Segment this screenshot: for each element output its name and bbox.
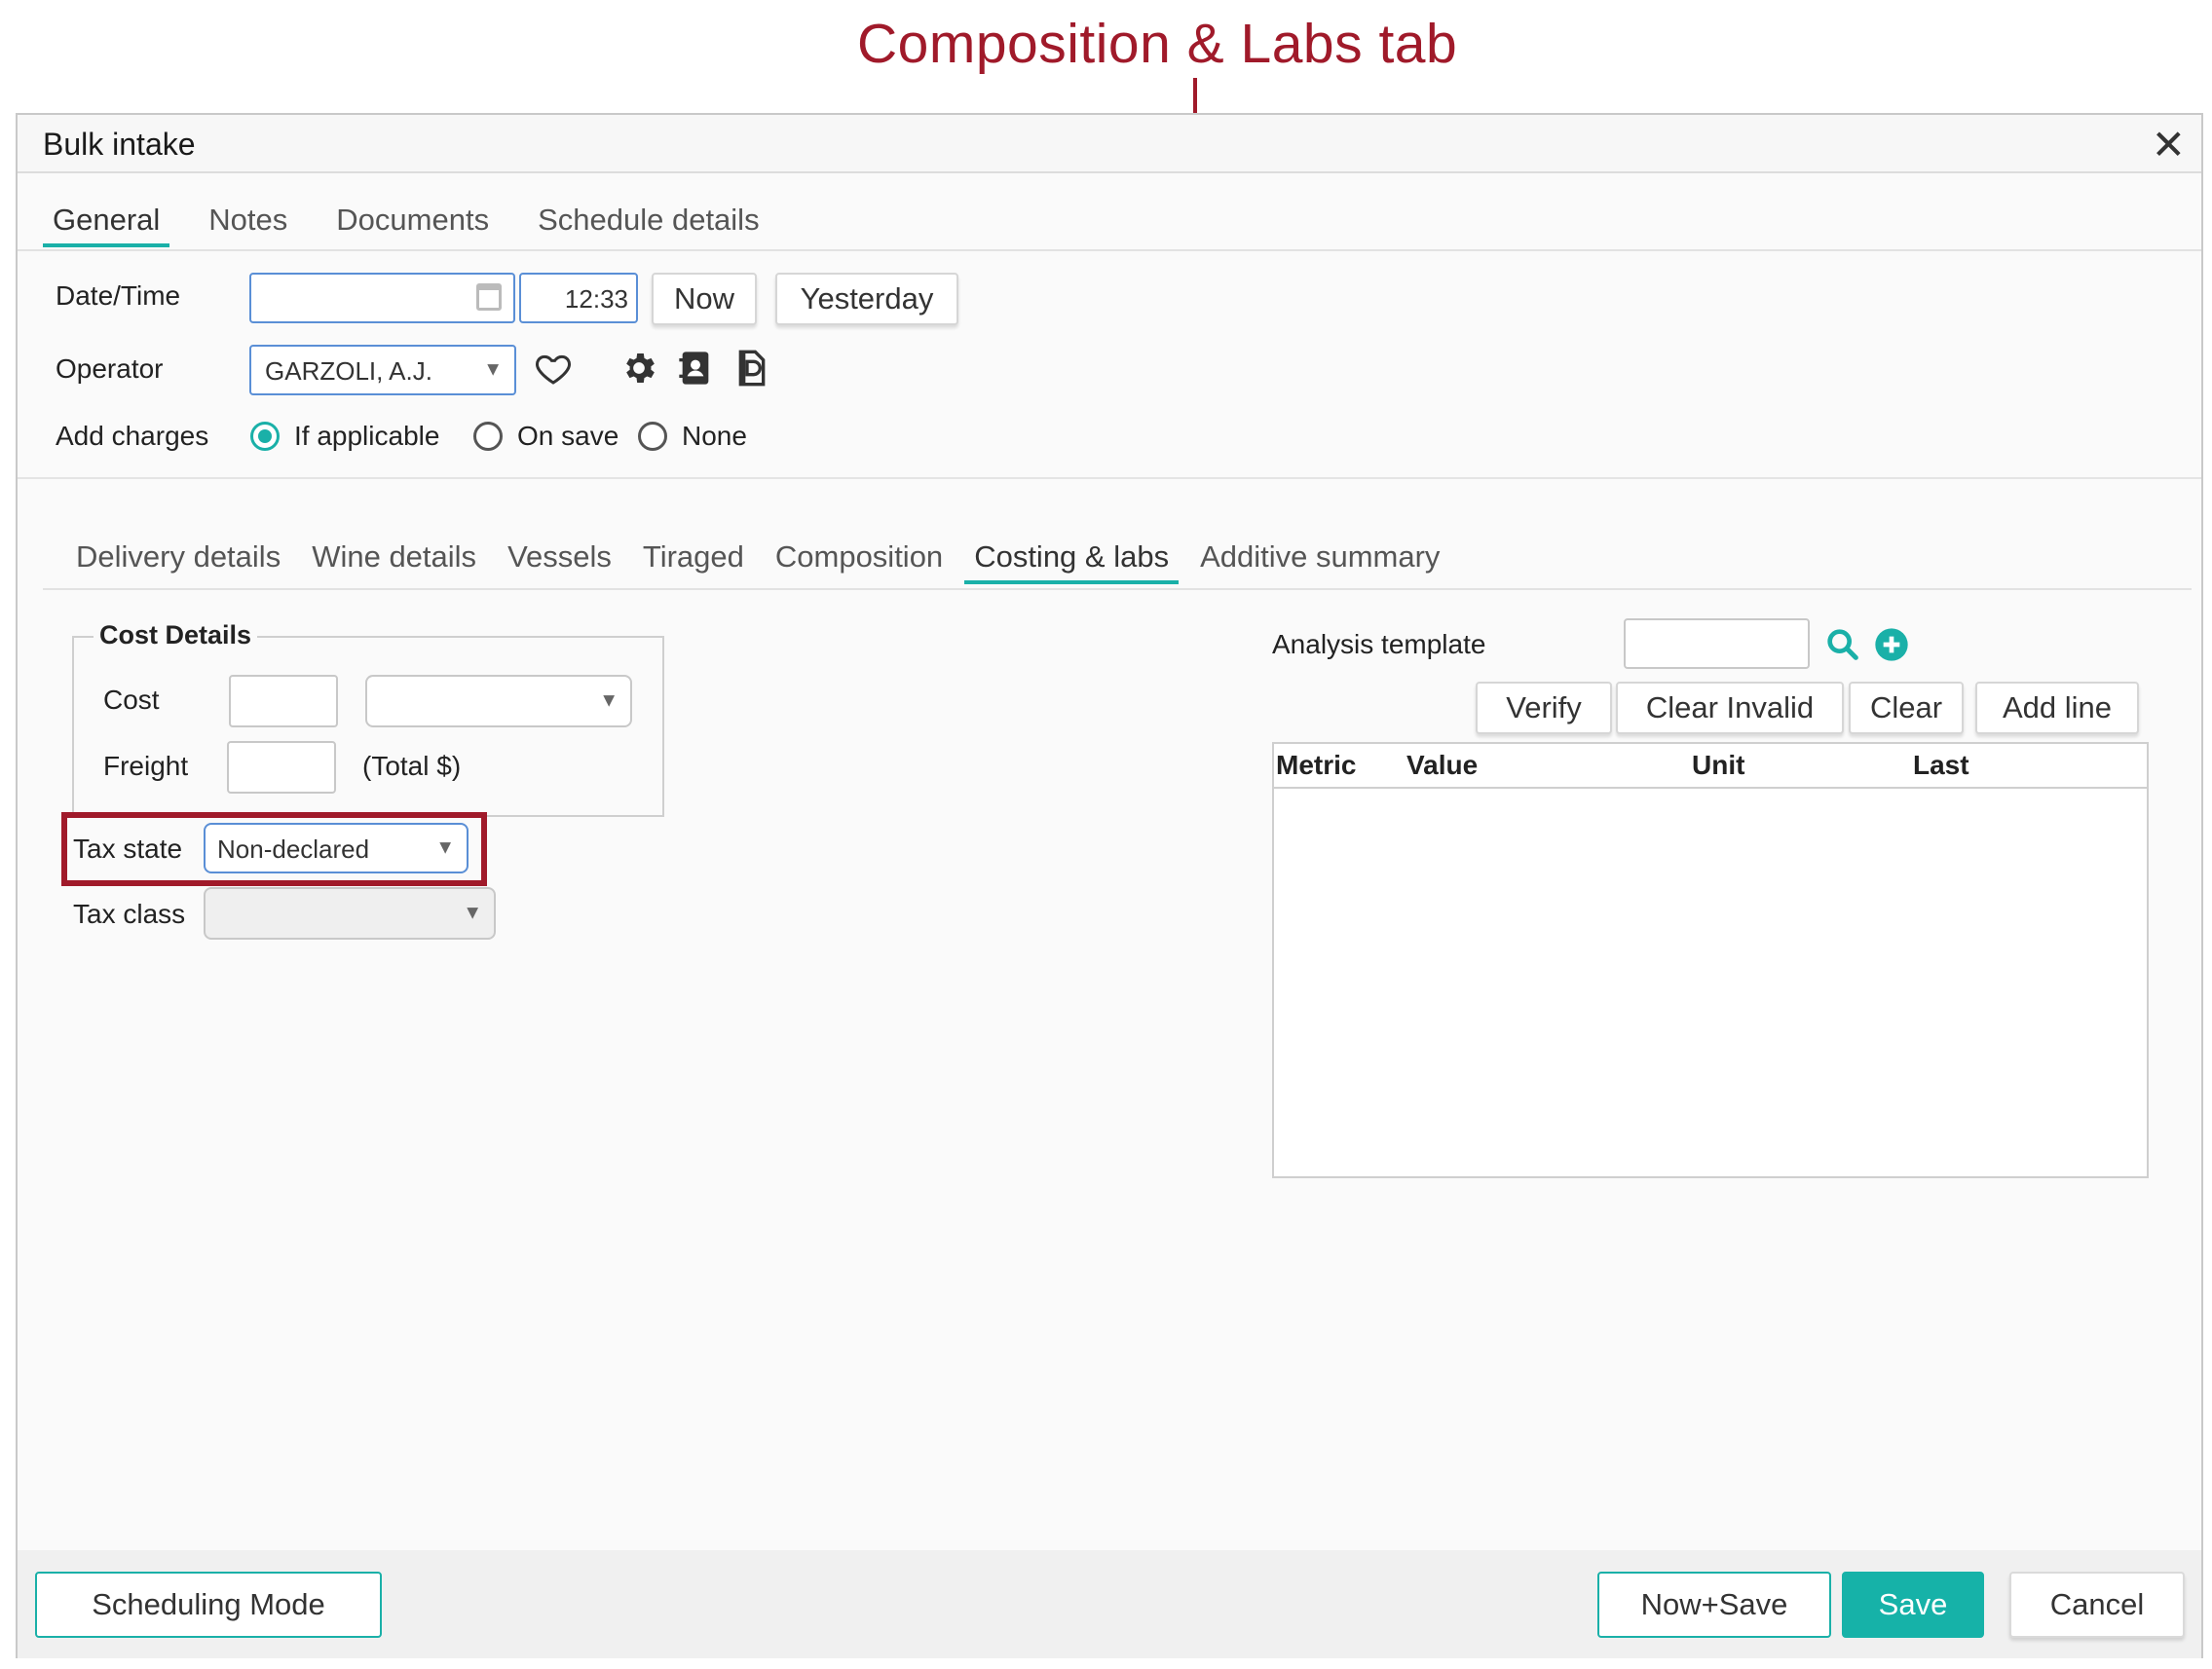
chevron-down-icon: ▼ bbox=[463, 902, 482, 924]
dialog-header: Bulk intake ✕ bbox=[18, 115, 2201, 173]
freight-input[interactable] bbox=[227, 741, 336, 794]
yesterday-button[interactable]: Yesterday bbox=[775, 273, 958, 325]
tab-notes[interactable]: Notes bbox=[199, 203, 297, 243]
top-tabs-divider bbox=[18, 249, 2201, 251]
gear-icon[interactable] bbox=[619, 349, 658, 388]
tax-state-select[interactable]: Non-declared ▼ bbox=[204, 823, 469, 873]
chevron-down-icon: ▼ bbox=[435, 836, 455, 859]
tax-class-label: Tax class bbox=[73, 899, 186, 929]
add-charges-label: Add charges bbox=[56, 421, 209, 451]
datetime-label: Date/Time bbox=[56, 280, 181, 311]
cost-unit-select[interactable]: ▼ bbox=[365, 675, 632, 727]
column-last[interactable]: Last bbox=[1913, 750, 1969, 781]
radio-none[interactable] bbox=[638, 422, 667, 451]
close-icon[interactable]: ✕ bbox=[2152, 121, 2186, 168]
top-tabs: General Notes Documents Schedule details bbox=[43, 203, 799, 251]
chevron-down-icon: ▼ bbox=[483, 358, 503, 381]
tab-schedule-details[interactable]: Schedule details bbox=[528, 203, 769, 243]
operator-label: Operator bbox=[56, 353, 164, 384]
clear-invalid-button[interactable]: Clear Invalid bbox=[1616, 682, 1844, 734]
contact-card-icon[interactable] bbox=[676, 349, 715, 388]
scheduling-mode-button[interactable]: Scheduling Mode bbox=[35, 1572, 382, 1638]
section-divider bbox=[18, 477, 2201, 479]
radio-if-applicable-label: If applicable bbox=[294, 421, 440, 451]
cost-input[interactable] bbox=[229, 675, 338, 727]
freight-label: Freight bbox=[103, 751, 189, 781]
tab-costing-labs[interactable]: Costing & labs bbox=[964, 539, 1179, 584]
freight-suffix: (Total $) bbox=[362, 751, 462, 781]
dialog-title: Bulk intake bbox=[43, 127, 196, 162]
radio-on-save-label: On save bbox=[517, 421, 619, 451]
save-button[interactable]: Save bbox=[1842, 1572, 1984, 1638]
search-icon[interactable] bbox=[1823, 625, 1862, 664]
chevron-down-icon: ▼ bbox=[599, 689, 619, 712]
document-icon[interactable] bbox=[732, 349, 771, 388]
operator-select[interactable]: GARZOLI, A.J. ▼ bbox=[249, 345, 516, 395]
analysis-grid: Metric Value Unit Last bbox=[1272, 742, 2149, 1178]
radio-on-save[interactable] bbox=[473, 422, 503, 451]
cost-label: Cost bbox=[103, 685, 160, 715]
cost-details-legend: Cost Details bbox=[94, 620, 258, 650]
column-metric[interactable]: Metric bbox=[1276, 750, 1356, 781]
radio-if-applicable[interactable] bbox=[250, 422, 280, 451]
tax-state-value: Non-declared bbox=[217, 834, 370, 864]
sub-tabs-divider bbox=[43, 588, 2192, 590]
tab-wine-details[interactable]: Wine details bbox=[302, 539, 486, 580]
tab-documents[interactable]: Documents bbox=[326, 203, 499, 243]
dialog-footer: Scheduling Mode Now+Save Save Cancel bbox=[18, 1550, 2201, 1658]
column-unit[interactable]: Unit bbox=[1692, 750, 1744, 781]
operator-value: GARZOLI, A.J. bbox=[265, 356, 432, 386]
radio-none-label: None bbox=[682, 421, 747, 451]
clear-button[interactable]: Clear bbox=[1849, 682, 1964, 734]
heart-icon[interactable] bbox=[534, 349, 573, 388]
tab-tiraged[interactable]: Tiraged bbox=[633, 539, 754, 580]
tax-class-select[interactable]: ▼ bbox=[204, 887, 496, 940]
sub-tabs: Delivery details Wine details Vessels Tirag… bbox=[66, 539, 1461, 588]
date-input[interactable] bbox=[249, 273, 515, 323]
verify-button[interactable]: Verify bbox=[1476, 682, 1612, 734]
tab-general[interactable]: General bbox=[43, 203, 170, 247]
now-button[interactable]: Now bbox=[652, 273, 757, 325]
cost-details-group: Cost Details Cost ▼ Freight (Total $) bbox=[72, 620, 664, 817]
tab-delivery-details[interactable]: Delivery details bbox=[66, 539, 290, 580]
plus-circle-icon[interactable] bbox=[1872, 625, 1911, 664]
calendar-icon[interactable] bbox=[476, 283, 502, 311]
tab-composition[interactable]: Composition bbox=[766, 539, 953, 580]
add-line-button[interactable]: Add line bbox=[1975, 682, 2139, 734]
cancel-button[interactable]: Cancel bbox=[2009, 1572, 2185, 1638]
tab-vessels[interactable]: Vessels bbox=[498, 539, 621, 580]
analysis-template-label: Analysis template bbox=[1272, 629, 1486, 659]
analysis-template-input[interactable] bbox=[1624, 618, 1810, 669]
analysis-grid-header: Metric Value Unit Last bbox=[1274, 744, 2147, 789]
tax-state-label: Tax state bbox=[73, 834, 183, 864]
time-input[interactable]: 12:33 bbox=[519, 273, 638, 323]
tab-additive-summary[interactable]: Additive summary bbox=[1190, 539, 1449, 580]
bulk-intake-dialog: Bulk intake ✕ General Notes Documents Sched… bbox=[16, 113, 2203, 1658]
now-save-button[interactable]: Now+Save bbox=[1597, 1572, 1831, 1638]
annotation-title: Composition & Labs tab bbox=[857, 13, 1458, 75]
time-value: 12:33 bbox=[564, 284, 628, 314]
column-value[interactable]: Value bbox=[1406, 750, 1478, 781]
